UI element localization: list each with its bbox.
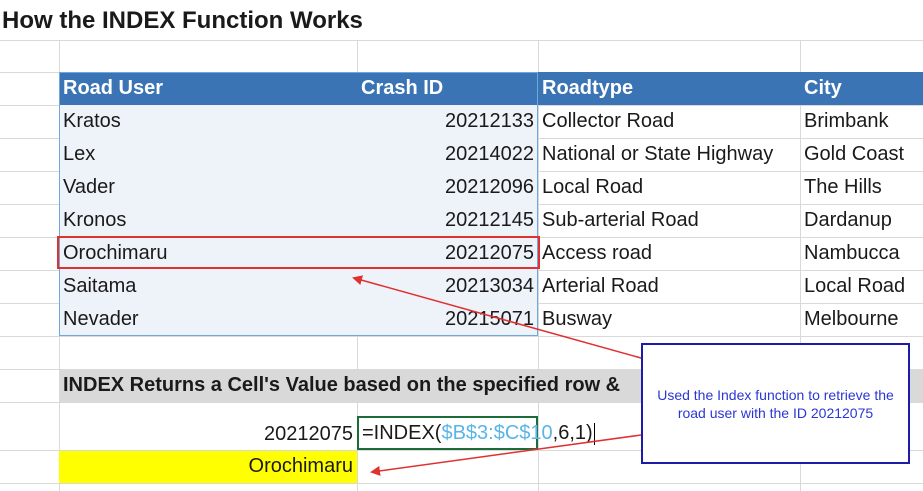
- cell-roadtype[interactable]: National or State Highway: [538, 138, 800, 171]
- column-header-roadtype[interactable]: Roadtype: [538, 72, 800, 105]
- cell-city[interactable]: Dardanup: [800, 204, 923, 237]
- cell-road-user[interactable]: Kronos: [59, 204, 357, 237]
- cell-roadtype[interactable]: Sub-arterial Road: [538, 204, 800, 237]
- formula-range-ref: $B$3:$C$10: [441, 422, 553, 444]
- cell-city[interactable]: The Hills: [800, 171, 923, 204]
- cell-city[interactable]: Local Road: [800, 270, 923, 303]
- cell-road-user[interactable]: Lex: [59, 138, 357, 171]
- cell-roadtype[interactable]: Busway: [538, 303, 800, 336]
- cell-crash-id[interactable]: 20214022: [357, 138, 538, 171]
- cell-crash-id[interactable]: 20212096: [357, 171, 538, 204]
- result-cell[interactable]: Orochimaru: [59, 450, 357, 483]
- column-header-road-user[interactable]: Road User: [59, 72, 357, 105]
- callout-text: Used the Index function to retrieve the …: [657, 386, 894, 421]
- callout-note: Used the Index function to retrieve the …: [641, 343, 910, 464]
- cell-road-user[interactable]: Kratos: [59, 105, 357, 138]
- cell-city[interactable]: Nambucca: [800, 237, 923, 270]
- formula-suffix: ,6,1): [552, 422, 593, 444]
- cell-roadtype[interactable]: Collector Road: [538, 105, 800, 138]
- cell-crash-id[interactable]: 20212133: [357, 105, 538, 138]
- cell-city[interactable]: Melbourne: [800, 303, 923, 336]
- formula-prefix: =INDEX(: [362, 422, 442, 444]
- column-header-city[interactable]: City: [800, 72, 923, 105]
- cell-crash-id[interactable]: 20212145: [357, 204, 538, 237]
- formula-cell[interactable]: =INDEX($B$3:$C$10,6,1): [357, 416, 595, 450]
- cell-road-user[interactable]: Saitama: [59, 270, 357, 303]
- section-heading: INDEX Returns a Cell's Value based on th…: [63, 374, 621, 396]
- cell-roadtype[interactable]: Arterial Road: [538, 270, 800, 303]
- cell-roadtype[interactable]: Access road: [538, 237, 800, 270]
- cell-road-user[interactable]: Vader: [59, 171, 357, 204]
- highlighted-row-box: [57, 236, 540, 269]
- cell-road-user[interactable]: Nevader: [59, 303, 357, 336]
- cell-city[interactable]: Gold Coast: [800, 138, 923, 171]
- column-header-crash-id[interactable]: Crash ID: [357, 72, 538, 105]
- text-cursor: [593, 422, 595, 445]
- page-title: How the INDEX Function Works: [2, 7, 363, 34]
- cell-roadtype[interactable]: Local Road: [538, 171, 800, 204]
- lookup-id-cell[interactable]: 20212075: [59, 418, 357, 451]
- cell-city[interactable]: Brimbank: [800, 105, 923, 138]
- cell-crash-id[interactable]: 20213034: [357, 270, 538, 303]
- cell-crash-id[interactable]: 20215071: [357, 303, 538, 336]
